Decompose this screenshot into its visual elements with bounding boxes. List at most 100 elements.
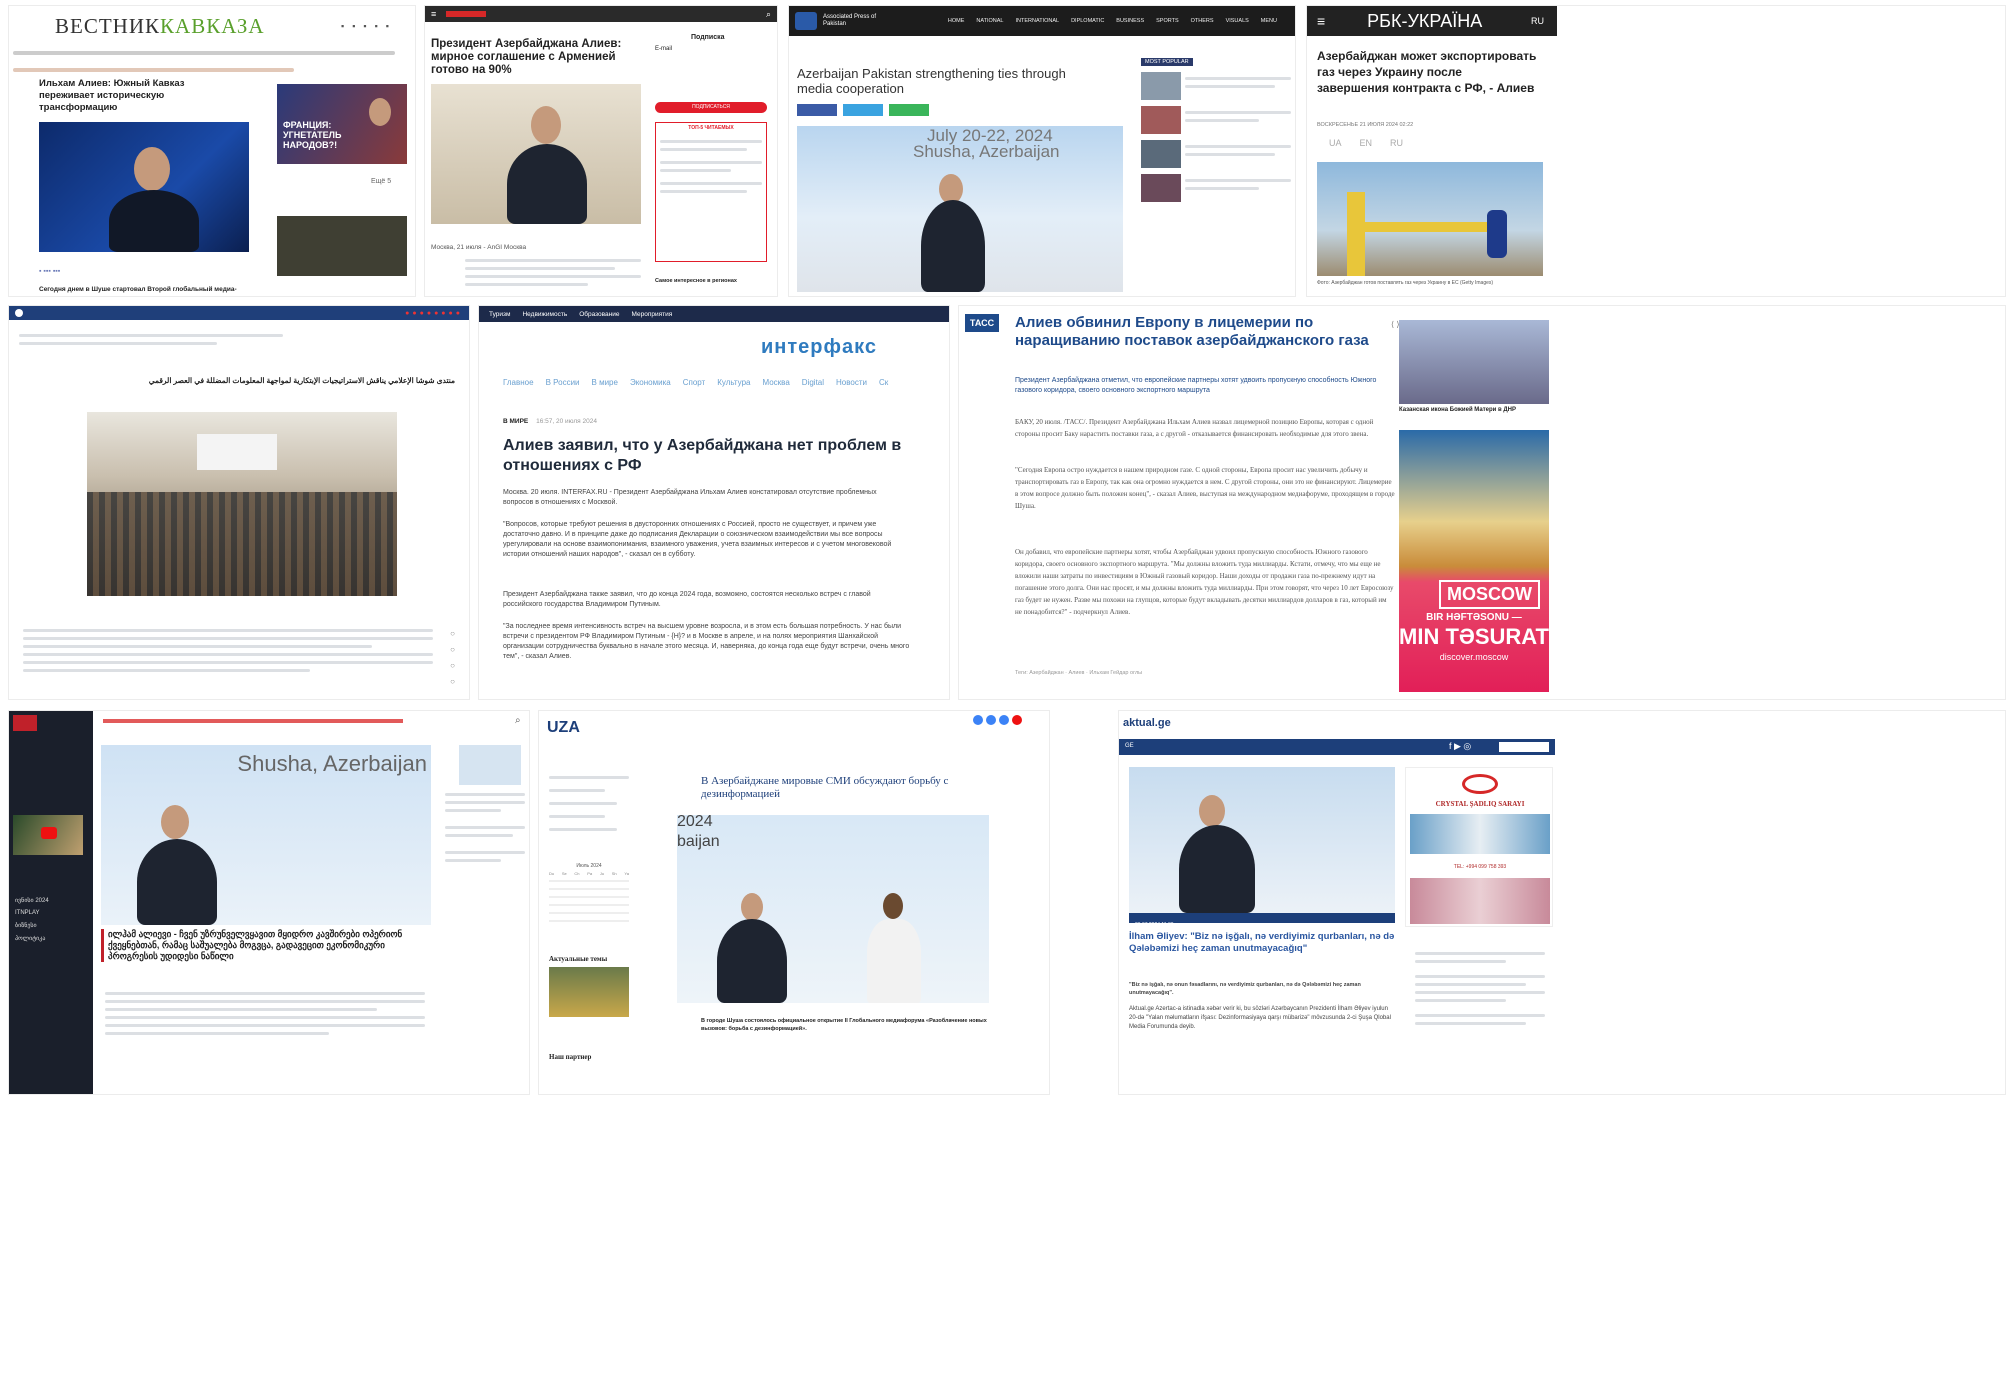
- promo-person: [369, 98, 391, 126]
- share-column[interactable]: ○ ○ ○ ○: [450, 626, 455, 690]
- site-logo[interactable]: интерфакс: [761, 336, 877, 359]
- search-icon[interactable]: ⌕: [515, 715, 521, 726]
- search-input[interactable]: [1499, 742, 1549, 752]
- site-logo[interactable]: aktual.ge: [1123, 717, 1171, 729]
- nav-item[interactable]: INTERNATIONAL: [1015, 18, 1059, 24]
- aliyev-body: [1179, 825, 1255, 913]
- lang-top[interactable]: RU: [1531, 16, 1544, 26]
- article-headline[interactable]: Алиев обвинил Европу в лицемерии по нара…: [1015, 314, 1385, 350]
- nav-item[interactable]: Новости: [836, 378, 867, 387]
- promo-image[interactable]: ФРАНЦИЯ: УГНЕТАТЕЛЬ НАРОДОВ?!: [277, 84, 407, 164]
- logo-icon[interactable]: [15, 309, 23, 317]
- calendar[interactable]: Июль 2024 Du Se Ch Pa Ju Sh Ya: [549, 863, 629, 922]
- related-thumb[interactable]: [459, 745, 521, 785]
- nav-item[interactable]: BUSINESS: [1116, 18, 1144, 24]
- nav-item[interactable]: Спорт: [683, 378, 706, 387]
- nav-item[interactable]: Digital: [802, 378, 824, 387]
- sidebar-item[interactable]: ივნისი 2024: [15, 897, 85, 904]
- ad-line-1: BIR HƏFTƏSONU —: [1426, 612, 1522, 623]
- app-logo-icon[interactable]: [795, 12, 817, 30]
- sidebar-item[interactable]: ბიზნესი: [15, 922, 85, 929]
- nav-item[interactable]: HOME: [948, 18, 965, 24]
- aliyev-head: [531, 106, 561, 144]
- site-logo[interactable]: UZA: [547, 719, 580, 737]
- article-headline[interactable]: منتدى شوشا الإعلامي يناقش الاستراتيجيات …: [25, 376, 455, 385]
- nav-item[interactable]: Москва: [762, 378, 789, 387]
- article-headline[interactable]: Ильхам Алиев: Южный Кавказ переживает ис…: [39, 78, 219, 114]
- side-bottom[interactable]: Самое интересное в регионах: [655, 278, 737, 284]
- list-item[interactable]: [1141, 140, 1291, 174]
- banner-text: 2024: [677, 813, 713, 830]
- nav-item[interactable]: Ск: [879, 378, 888, 387]
- most-popular-label: MOST POPULAR: [1141, 58, 1193, 66]
- nav-item[interactable]: NATIONAL: [976, 18, 1003, 24]
- topnav-item[interactable]: Туризм: [489, 311, 510, 318]
- topnav-item[interactable]: Образование: [579, 311, 619, 318]
- social-icons[interactable]: ▪▪▪▪▪: [341, 21, 397, 31]
- nav-item[interactable]: OTHERS: [1191, 18, 1214, 24]
- nav-item[interactable]: Экономика: [630, 378, 671, 387]
- ad-banner[interactable]: MOSCOW BIR HƏFTƏSONU — MIN TƏSURAT disco…: [1399, 430, 1549, 692]
- list-item[interactable]: [1141, 72, 1291, 106]
- footer-text[interactable]: Сегодня днем в Шуше стартовал Второй гло…: [39, 286, 237, 293]
- social-icons[interactable]: ●●●●●●●●: [405, 310, 463, 317]
- site-logo[interactable]: [446, 11, 487, 17]
- site-logo[interactable]: ТАСС: [965, 314, 999, 332]
- topnav-item[interactable]: Мероприятия: [632, 311, 673, 318]
- article-quote: "Biz nə işğalı, nə onun fəsadlarını, nə …: [1129, 982, 1361, 996]
- list-item[interactable]: [1141, 174, 1291, 208]
- list-item[interactable]: [1141, 106, 1291, 140]
- menu-icon[interactable]: ≡: [1317, 13, 1325, 29]
- search-icon[interactable]: ⌕: [766, 9, 771, 20]
- whatsapp-share-button[interactable]: [889, 104, 929, 116]
- article-headline[interactable]: В Азербайджане мировые СМИ обсуждают бор…: [701, 775, 1001, 801]
- lang-select[interactable]: GE: [1125, 743, 1134, 749]
- lang-ru[interactable]: RU: [1390, 138, 1403, 148]
- article-headline[interactable]: Азербайджан может экспортировать газ чер…: [1317, 48, 1537, 96]
- nav-item[interactable]: В России: [546, 378, 580, 387]
- aliyev-body: [921, 200, 985, 292]
- article-headline[interactable]: İlham Əliyev: "Biz nə işğalı, nə verdiyi…: [1129, 931, 1395, 955]
- nav-item[interactable]: SPORTS: [1156, 18, 1179, 24]
- promo-text: ФРАНЦИЯ: УГНЕТАТЕЛЬ НАРОДОВ?!: [283, 120, 342, 150]
- sidebar-menu: ივნისი 2024 ITNPLAY ბიზნესი პოლიტიკა: [15, 891, 85, 948]
- article-para-1: БАКУ, 20 июля. /ТАСС/. Президент Азербай…: [1015, 418, 1374, 438]
- subscribe-button[interactable]: ПОДПИСАТЬСЯ: [655, 102, 767, 113]
- article-tags[interactable]: Теги: Азербайджан · Алиев · Ильхам Гейда…: [1015, 670, 1395, 676]
- sidebar-video-thumb[interactable]: [13, 815, 83, 855]
- social-icons[interactable]: f ▶ ◎: [1449, 741, 1471, 752]
- site-logo[interactable]: [13, 715, 37, 731]
- site-logo[interactable]: РБК-УКРАЇНА: [1367, 11, 1482, 32]
- facebook-share-button[interactable]: [797, 104, 837, 116]
- side-photo[interactable]: [1399, 320, 1549, 404]
- aliyev-head: [741, 893, 763, 921]
- nav-item[interactable]: Главное: [503, 378, 534, 387]
- section-name[interactable]: В МИРЕ: [503, 418, 528, 425]
- nav-item[interactable]: VISUALS: [1226, 18, 1249, 24]
- sidebar-item[interactable]: ITNPLAY: [15, 910, 85, 916]
- article-headline[interactable]: Президент Азербайджана Алиев: мирное сог…: [431, 38, 641, 77]
- article-headline[interactable]: Алиев заявил, что у Азербайджана нет про…: [503, 436, 903, 476]
- nav-item[interactable]: Культура: [717, 378, 750, 387]
- side-caption[interactable]: Казанская икона Божией Матери в ДНР: [1399, 406, 1549, 414]
- sidebar-item[interactable]: პოლიტიკა: [15, 935, 85, 942]
- topics-thumb[interactable]: [549, 967, 629, 1017]
- share-row[interactable]: ▪ ▪▪▪ ▪▪▪: [39, 268, 60, 275]
- article-headline[interactable]: ილჰამ ალიევი - ჩვენ უზრუნველვყავით მყიდრ…: [101, 929, 431, 962]
- social-icons[interactable]: [973, 715, 1022, 725]
- article-headline[interactable]: Azerbaijan Pakistan strengthening ties t…: [797, 66, 1097, 96]
- lang-en[interactable]: EN: [1360, 138, 1373, 148]
- site-logo[interactable]: ВЕСТНИККАВКАЗА: [55, 14, 265, 39]
- menu-icon[interactable]: ≡: [431, 9, 436, 19]
- topnav-item[interactable]: Недвижимость: [522, 311, 567, 318]
- ad-banner[interactable]: CRYSTAL ŞADLIQ SARAYI TEL: +994 099 758 …: [1405, 767, 1553, 927]
- more-link[interactable]: Ещё 5: [371, 178, 391, 185]
- lang-ua[interactable]: UA: [1329, 138, 1342, 148]
- photo-meta-bar: 20.07.2024 11:30: [1129, 913, 1395, 928]
- nav-item[interactable]: В мире: [592, 378, 618, 387]
- twitter-share-button[interactable]: [843, 104, 883, 116]
- nav-item[interactable]: MENU: [1261, 18, 1277, 24]
- org-name: Associated Press of Pakistan: [823, 14, 877, 27]
- secondary-image[interactable]: [277, 216, 407, 276]
- nav-item[interactable]: DIPLOMATIC: [1071, 18, 1104, 24]
